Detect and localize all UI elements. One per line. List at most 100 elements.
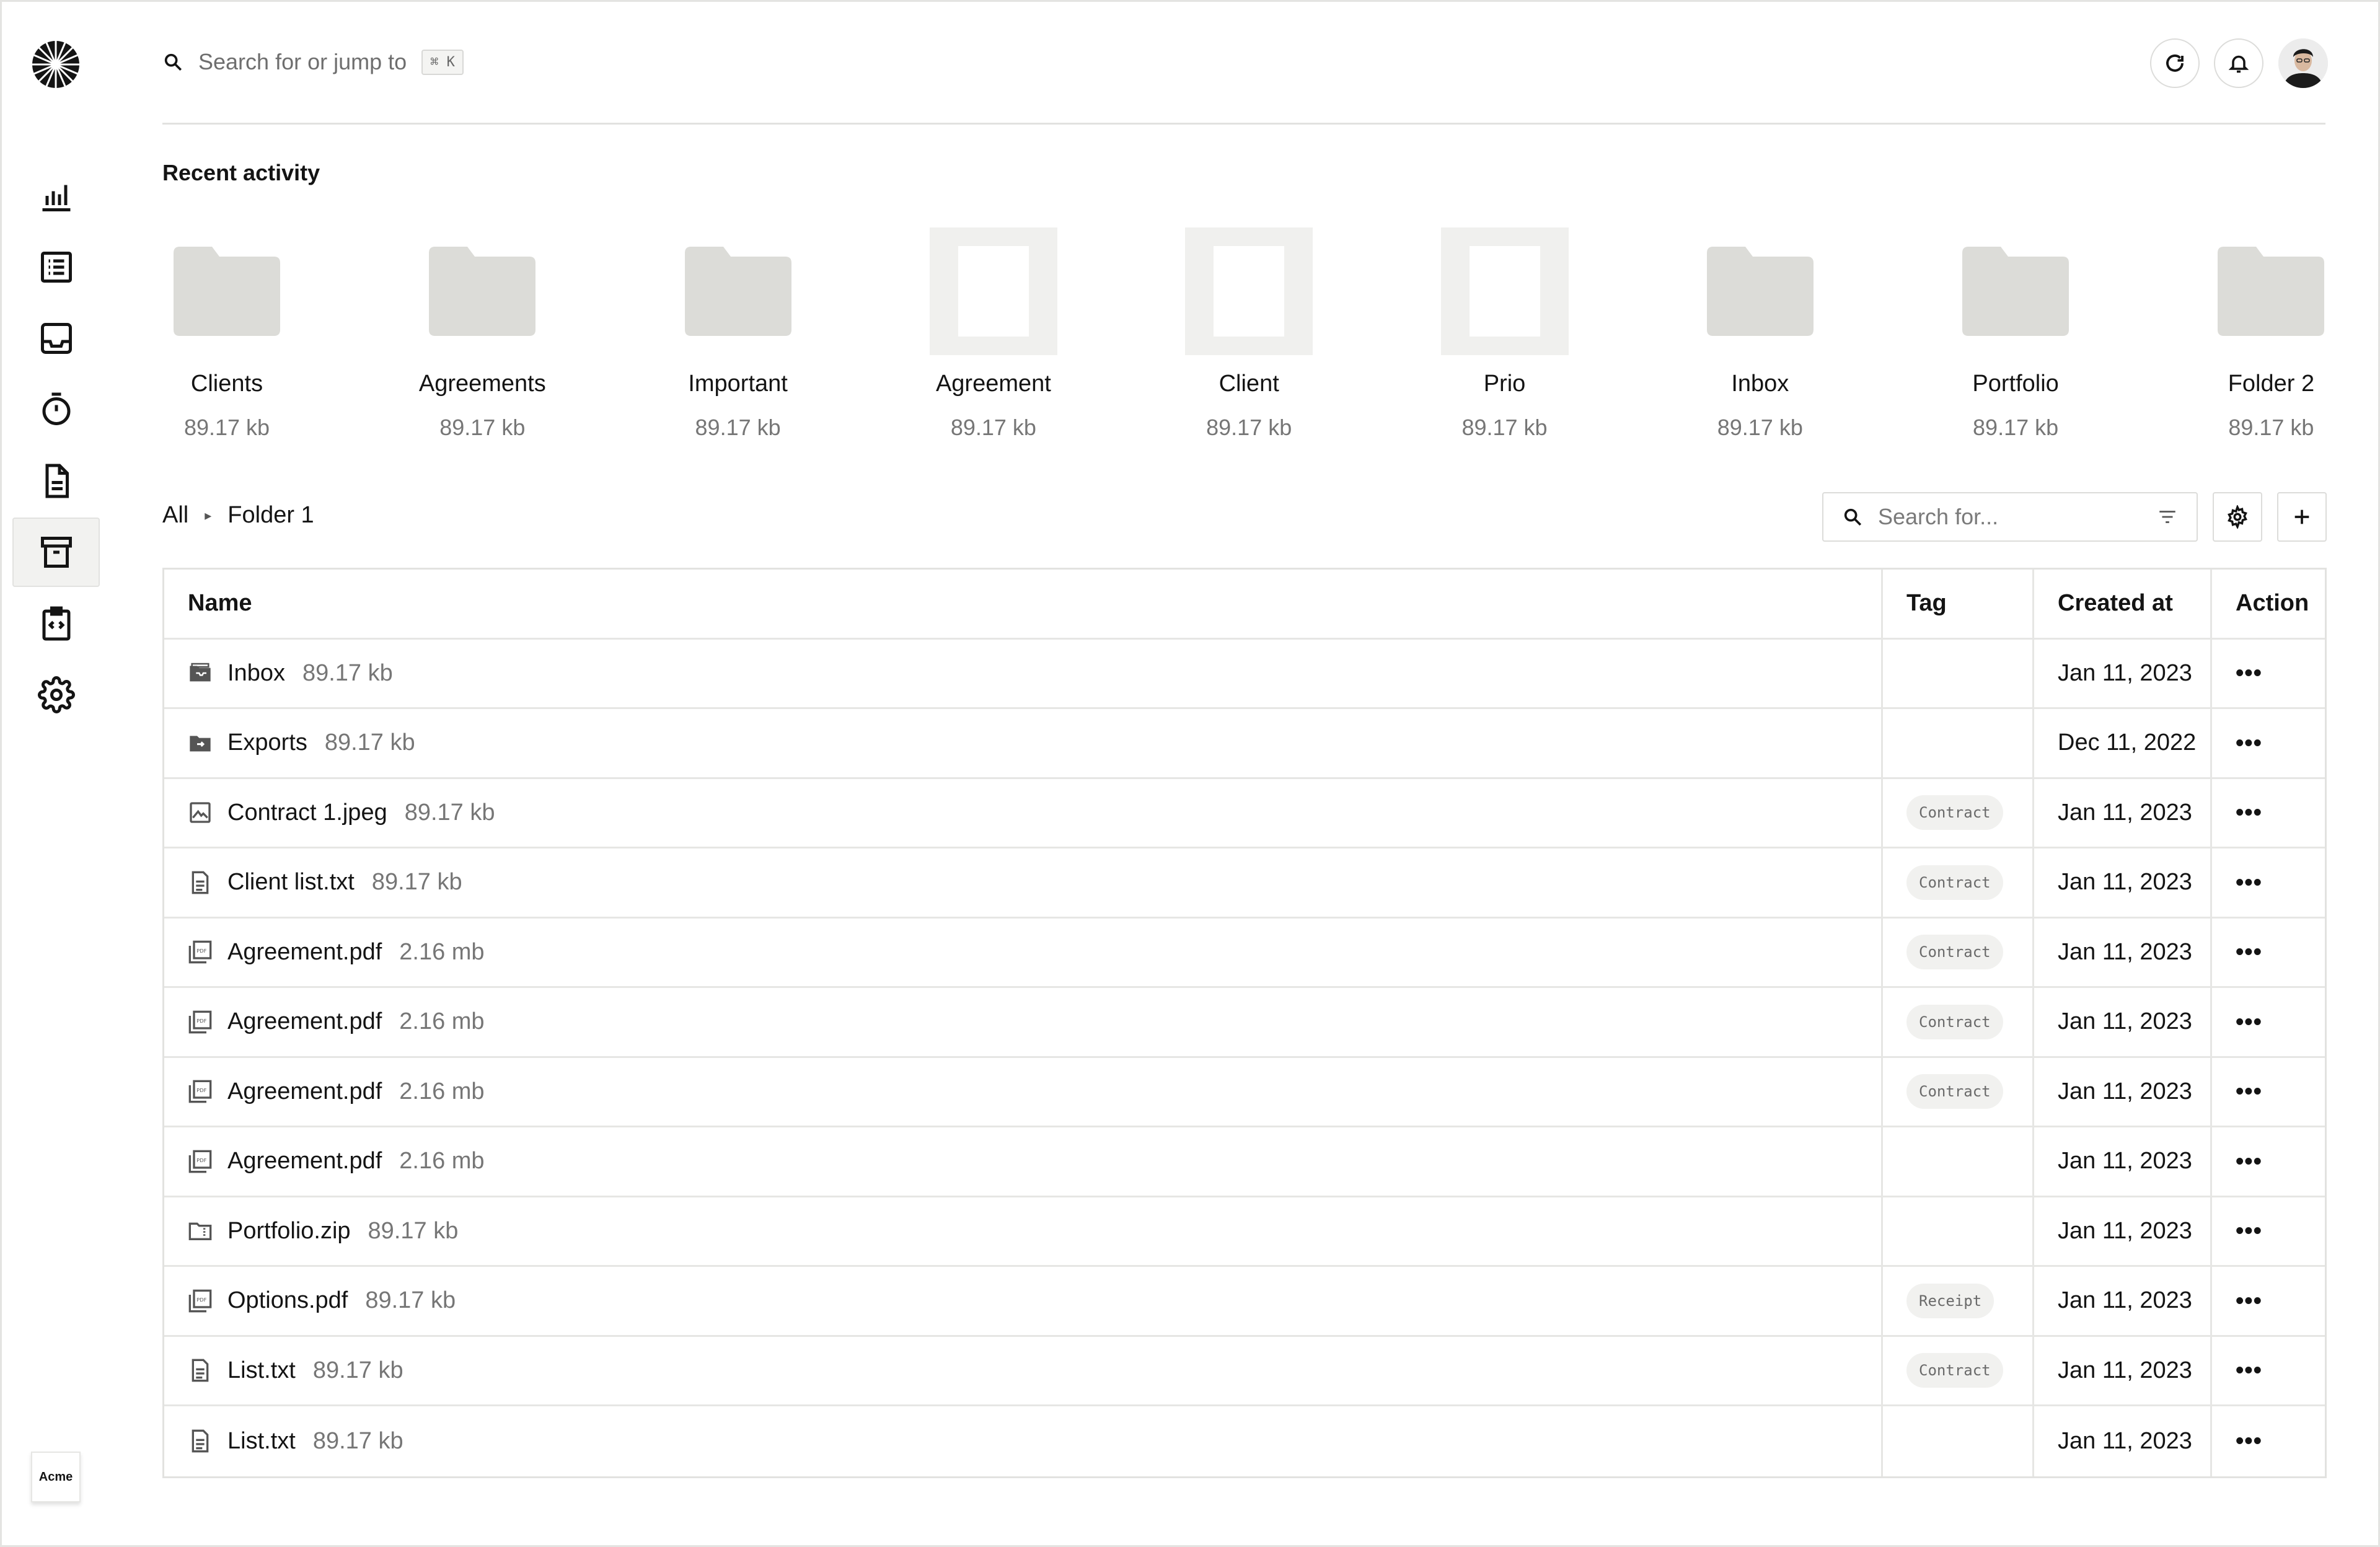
recent-item[interactable]: Clients 89.17 kb xyxy=(146,226,307,441)
file-name[interactable]: List.txt xyxy=(227,1357,296,1384)
list-icon xyxy=(40,252,72,283)
recent-item[interactable]: Client 89.17 kb xyxy=(1168,226,1329,441)
file-name-cell: PDF Agreement.pdf 2.16 mb xyxy=(164,988,1883,1056)
refresh-button[interactable] xyxy=(2150,38,2200,88)
tag-badge[interactable]: Contract xyxy=(1906,1074,2003,1109)
user-avatar[interactable] xyxy=(2278,38,2328,88)
svg-text:PDF: PDF xyxy=(196,1157,206,1163)
column-header-name[interactable]: Name xyxy=(164,570,1883,638)
table-row[interactable]: Contract 1.jpeg 89.17 kb Contract Jan 11, 2… xyxy=(164,778,2325,848)
action-cell: ••• xyxy=(2212,709,2325,777)
created-at: Jan 11, 2023 xyxy=(2034,1267,2212,1335)
table-row[interactable]: PDF Agreement.pdf 2.16 mb Contract Jan 11, 2… xyxy=(164,918,2325,988)
recent-item[interactable]: Important 89.17 kb xyxy=(658,226,819,441)
file-search-input[interactable]: Search for... xyxy=(1822,492,2198,542)
pdf-file-icon: PDF xyxy=(188,940,212,964)
more-actions-button[interactable]: ••• xyxy=(2236,871,2262,894)
file-name-cell: PDF Agreement.pdf 2.16 mb xyxy=(164,1127,1883,1196)
more-actions-button[interactable]: ••• xyxy=(2236,940,2262,964)
document-placeholder-icon xyxy=(929,227,1057,355)
notifications-button[interactable] xyxy=(2214,38,2263,88)
tag-badge[interactable]: Receipt xyxy=(1906,1283,1994,1318)
recent-item[interactable]: Folder 2 89.17 kb xyxy=(2190,226,2351,441)
more-actions-button[interactable]: ••• xyxy=(2236,1359,2262,1382)
tag-badge[interactable]: Contract xyxy=(1906,795,2003,831)
recent-item-size: 89.17 kb xyxy=(1973,415,2059,440)
add-button[interactable] xyxy=(2277,492,2327,542)
sidebar-item-timer[interactable] xyxy=(12,375,100,444)
file-name[interactable]: List.txt xyxy=(227,1428,296,1455)
sidebar-item-settings[interactable] xyxy=(12,660,100,729)
more-actions-button[interactable]: ••• xyxy=(2236,801,2262,824)
recent-item[interactable]: Portfolio 89.17 kb xyxy=(1935,226,2096,441)
file-name[interactable]: Agreement.pdf xyxy=(227,1078,382,1105)
sidebar-item-analytics[interactable] xyxy=(12,161,100,231)
recent-item[interactable]: Agreements 89.17 kb xyxy=(402,226,563,441)
file-name[interactable]: Inbox xyxy=(227,660,285,687)
created-at: Jan 11, 2023 xyxy=(2034,1127,2212,1196)
breadcrumb-current[interactable]: Folder 1 xyxy=(227,502,314,529)
more-actions-button[interactable]: ••• xyxy=(2236,661,2262,685)
global-search-placeholder: Search for or jump to xyxy=(198,49,407,74)
table-row[interactable]: Portfolio.zip 89.17 kb Jan 11, 2023 ••• xyxy=(164,1197,2325,1267)
file-name-cell: Exports 89.17 kb xyxy=(164,709,1883,777)
code-clipboard-icon xyxy=(42,606,70,641)
table-row[interactable]: List.txt 89.17 kb Jan 11, 2023 ••• xyxy=(164,1406,2325,1476)
table-row[interactable]: Inbox 89.17 kb Jan 11, 2023 ••• xyxy=(164,639,2325,709)
table-row[interactable]: Client list.txt 89.17 kb Contract Jan 11, 2… xyxy=(164,848,2325,919)
file-name[interactable]: Agreement.pdf xyxy=(227,1148,382,1175)
file-name[interactable]: Agreement.pdf xyxy=(227,1008,382,1035)
workspace-switcher[interactable]: Acme xyxy=(31,1452,81,1502)
tag-badge[interactable]: Contract xyxy=(1906,865,2003,900)
tag-badge[interactable]: Contract xyxy=(1906,935,2003,970)
breadcrumb: All ▸ Folder 1 xyxy=(162,502,314,529)
table-settings-button[interactable] xyxy=(2213,492,2262,542)
tag-badge[interactable]: Contract xyxy=(1906,1004,2003,1039)
file-name[interactable]: Options.pdf xyxy=(227,1287,348,1314)
table-row[interactable]: PDF Agreement.pdf 2.16 mb Contract Jan 11, 2… xyxy=(164,988,2325,1058)
tag-cell: Contract xyxy=(1883,778,2034,847)
sidebar-item-documents[interactable] xyxy=(12,446,100,516)
recent-item[interactable]: Prio 89.17 kb xyxy=(1424,226,1585,441)
sidebar: Acme xyxy=(0,0,114,1547)
text-file-icon xyxy=(192,871,209,894)
recent-item-size: 89.17 kb xyxy=(439,415,526,440)
sidebar-item-inbox[interactable] xyxy=(12,304,100,373)
svg-text:PDF: PDF xyxy=(196,1297,206,1303)
sidebar-item-archive[interactable] xyxy=(12,518,100,587)
file-name[interactable]: Exports xyxy=(227,729,307,756)
more-actions-button[interactable]: ••• xyxy=(2236,1010,2262,1034)
gear-icon xyxy=(37,676,75,713)
more-actions-button[interactable]: ••• xyxy=(2236,731,2262,755)
brand-logo-icon[interactable] xyxy=(31,40,81,89)
file-name[interactable]: Portfolio.zip xyxy=(227,1218,351,1245)
file-name[interactable]: Agreement.pdf xyxy=(227,939,382,966)
recent-item[interactable]: Inbox 89.17 kb xyxy=(1680,226,1841,441)
tag-badge[interactable]: Contract xyxy=(1906,1353,2003,1388)
more-actions-button[interactable]: ••• xyxy=(2236,1080,2262,1103)
more-actions-button[interactable]: ••• xyxy=(2236,1219,2262,1243)
action-cell: ••• xyxy=(2212,848,2325,917)
more-actions-button[interactable]: ••• xyxy=(2236,1289,2262,1313)
recent-item[interactable]: Agreement 89.17 kb xyxy=(913,226,1074,441)
file-size: 2.16 mb xyxy=(399,1008,485,1035)
table-row[interactable]: PDF Agreement.pdf 2.16 mb Contract Jan 11, 2… xyxy=(164,1057,2325,1127)
action-cell: ••• xyxy=(2212,1058,2325,1126)
global-search[interactable]: Search for or jump to ⌘ K xyxy=(162,45,464,79)
column-header-created[interactable]: Created at xyxy=(2034,570,2212,638)
table-row[interactable]: PDF Agreement.pdf 2.16 mb Jan 11, 2023 ••• xyxy=(164,1127,2325,1197)
table-row[interactable]: Exports 89.17 kb Dec 11, 2022 ••• xyxy=(164,709,2325,779)
pdf-file-icon: PDF xyxy=(188,1150,212,1173)
table-row[interactable]: List.txt 89.17 kb Contract Jan 11, 2023 ••• xyxy=(164,1336,2325,1406)
column-header-tag[interactable]: Tag xyxy=(1883,570,2034,638)
file-name[interactable]: Contract 1.jpeg xyxy=(227,800,387,826)
file-name[interactable]: Client list.txt xyxy=(227,869,355,896)
more-actions-button[interactable]: ••• xyxy=(2236,1429,2262,1453)
more-actions-button[interactable]: ••• xyxy=(2236,1150,2262,1173)
filter-icon[interactable] xyxy=(2157,506,2178,527)
breadcrumb-root[interactable]: All xyxy=(162,502,188,529)
file-size: 89.17 kb xyxy=(302,659,393,686)
sidebar-item-list[interactable] xyxy=(12,232,100,302)
table-row[interactable]: PDF Options.pdf 89.17 kb Receipt Jan 11, 202… xyxy=(164,1267,2325,1337)
sidebar-item-code[interactable] xyxy=(12,589,100,658)
